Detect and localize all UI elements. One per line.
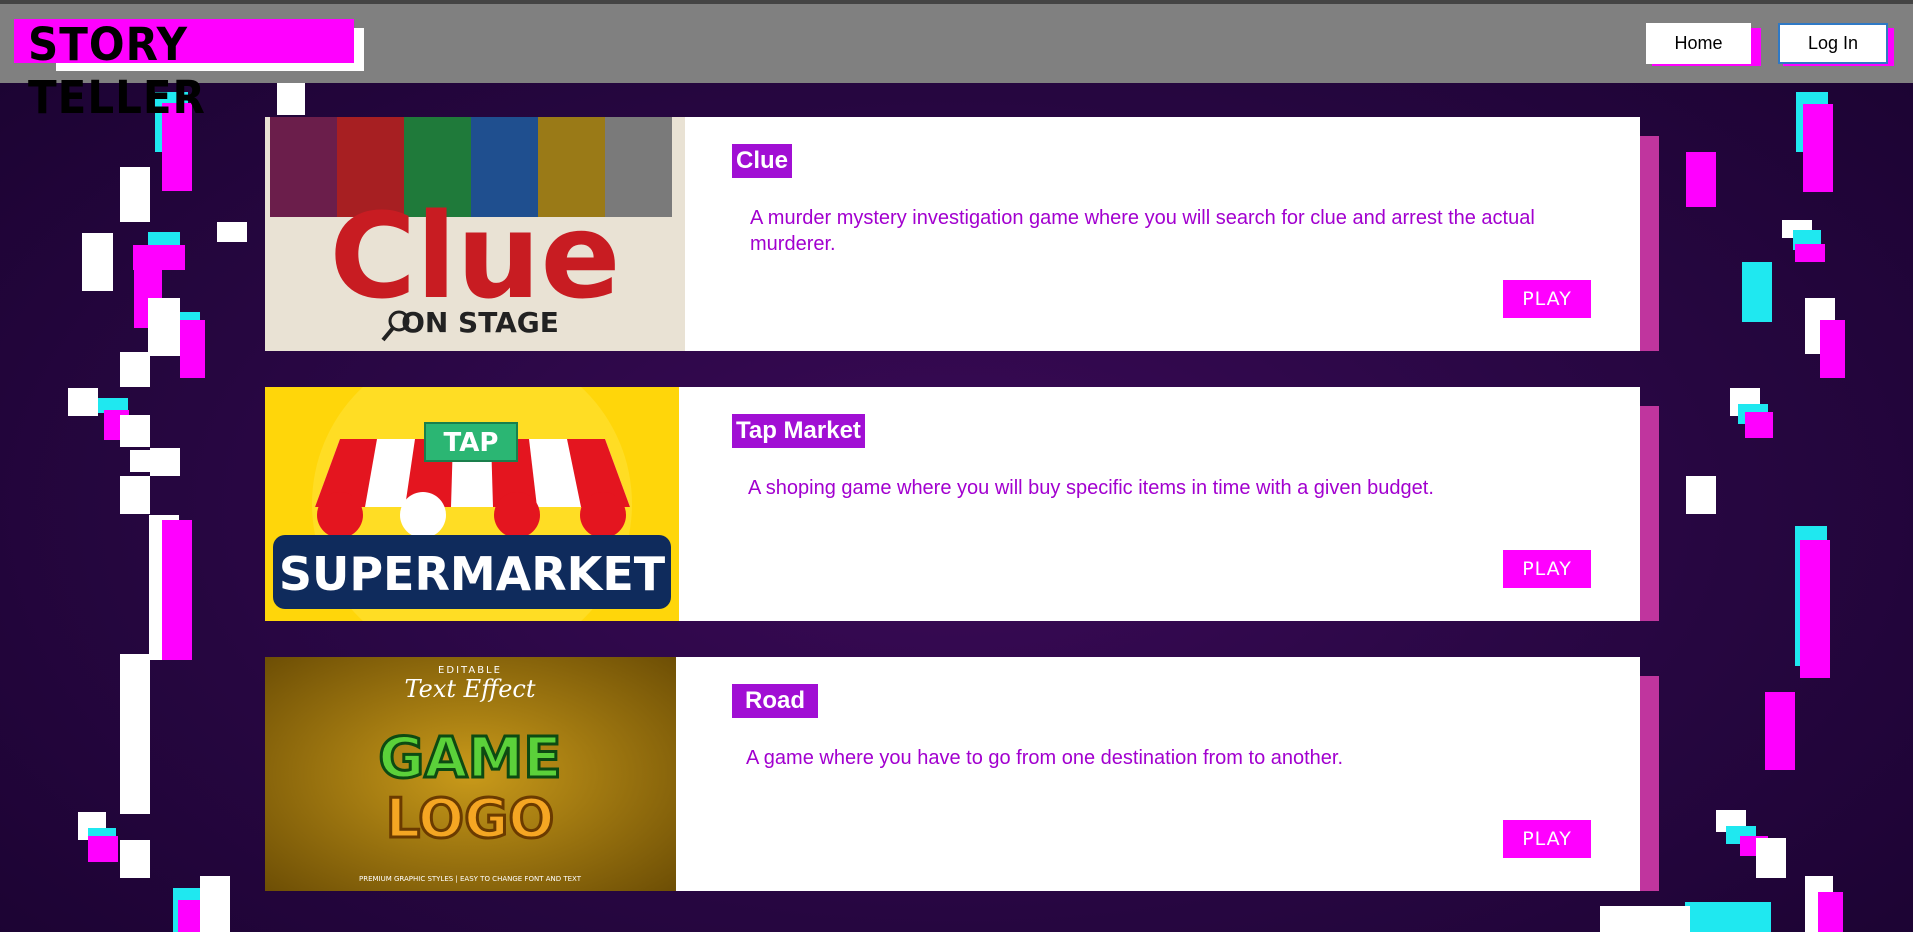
clue-thumbnail: Clue ON STAGE [265,117,685,351]
game-logo-line1: GAME [378,726,561,791]
card-body: EDITABLE Text Effect GAME LOGO PREMIUM G… [265,657,1640,891]
card-body: TAP SUPERMARKET Tap Market A shoping gam… [265,387,1640,621]
logo-text: STORY TELLER [28,18,206,124]
game-logo-line2: LOGO [386,787,555,850]
game-title: Clue [732,144,793,178]
home-button[interactable]: Home [1646,23,1751,64]
supermarket-text: SUPERMARKET [279,547,666,601]
play-button[interactable]: PLAY [1503,280,1591,318]
text-effect-text: Text Effect [405,675,536,703]
clue-sub-text: ON STAGE [401,306,559,339]
game-title: Tap Market [732,414,865,448]
game-card-tap-market: TAP SUPERMARKET Tap Market A shoping gam… [265,387,1659,622]
road-thumbnail: EDITABLE Text Effect GAME LOGO PREMIUM G… [265,657,676,891]
game-description: A game where you have to go from one des… [746,747,1344,769]
game-description: A shoping game where you will buy specif… [748,477,1434,499]
logo[interactable]: STORY TELLER [14,18,364,124]
play-button[interactable]: PLAY [1503,820,1591,858]
play-button[interactable]: PLAY [1503,550,1591,588]
top-navbar: STORY TELLER Home Log In [0,0,1913,124]
clue-logo-text: Clue [329,187,620,325]
login-button[interactable]: Log In [1778,23,1888,64]
tap-market-thumbnail: TAP SUPERMARKET [265,387,679,621]
game-description: A murder mystery investigation game wher… [750,207,1535,255]
game-title: Road [732,684,818,718]
logo-box: STORY TELLER [14,18,354,124]
card-body: Clue ON STAGE Clue A murder mystery inve… [265,117,1640,351]
game-card-clue: Clue ON STAGE Clue A murder mystery inve… [265,117,1659,352]
tap-badge-text: TAP [444,428,499,458]
premium-footer-text: PREMIUM GRAPHIC STYLES | EASY TO CHANGE … [359,875,582,883]
game-card-road: EDITABLE Text Effect GAME LOGO PREMIUM G… [265,657,1659,892]
